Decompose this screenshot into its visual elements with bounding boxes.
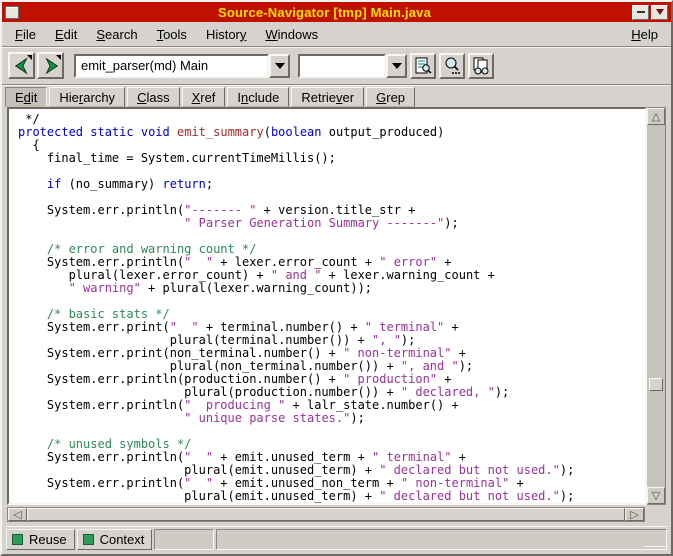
scrollbar-corner xyxy=(645,507,666,522)
menubar: File Edit Search Tools History Windows Help xyxy=(2,22,671,47)
left-arrow-icon: ◁ xyxy=(13,508,21,521)
search-combobox-dropdown[interactable] xyxy=(386,54,407,78)
window-menu-icon[interactable] xyxy=(5,6,19,19)
reuse-toggle[interactable]: Reuse xyxy=(6,529,75,550)
reuse-label: Reuse xyxy=(29,532,67,547)
down-arrow-icon: ▽ xyxy=(652,489,660,502)
code-line: " warning" + plural(lexer.warning_count)… xyxy=(18,282,645,295)
hscroll-row: ◁ ▷ xyxy=(7,507,666,522)
dropdown-arrow-icon xyxy=(275,63,285,69)
forward-button[interactable] xyxy=(37,52,64,79)
scroll-down-button[interactable]: ▽ xyxy=(647,487,665,504)
code-line: if (no_summary) return; xyxy=(18,178,645,191)
scroll-up-button[interactable]: △ xyxy=(647,108,665,125)
search-button[interactable] xyxy=(439,53,465,79)
tab-xref[interactable]: Xref xyxy=(182,87,226,107)
dropdown-arrow-icon xyxy=(392,63,402,69)
editor-row: */protected static void emit_summary(boo… xyxy=(7,107,666,505)
symbol-browser-button[interactable] xyxy=(410,53,436,79)
horizontal-scrollbar-thumb[interactable] xyxy=(27,508,625,521)
symbol-combobox: emit_parser(md) Main xyxy=(74,54,290,78)
back-history-dropdown-icon xyxy=(27,55,32,60)
scroll-right-button[interactable]: ▷ xyxy=(625,508,644,521)
minimize-button[interactable] xyxy=(632,5,649,20)
search-combobox xyxy=(298,54,407,78)
maximize-icon xyxy=(656,9,664,15)
vertical-scrollbar-thumb[interactable] xyxy=(649,378,663,391)
tab-class[interactable]: Class xyxy=(127,87,180,107)
tab-retriever[interactable]: Retriever xyxy=(291,87,364,107)
menu-tools[interactable]: Tools xyxy=(157,27,187,42)
code-editor[interactable]: */protected static void emit_summary(boo… xyxy=(7,107,647,505)
horizontal-scrollbar[interactable]: ◁ ▷ xyxy=(7,507,645,522)
menu-history[interactable]: History xyxy=(206,27,246,42)
tab-edit[interactable]: Edit xyxy=(5,87,47,107)
menu-search[interactable]: Search xyxy=(96,27,137,42)
grep-icon xyxy=(471,56,491,76)
maximize-button[interactable] xyxy=(651,5,668,20)
tab-grep[interactable]: Grep xyxy=(366,87,415,107)
symbol-combobox-dropdown[interactable] xyxy=(269,54,290,78)
right-arrow-icon: ▷ xyxy=(630,508,638,521)
grep-button[interactable] xyxy=(468,53,494,79)
menu-help[interactable]: Help xyxy=(631,27,658,42)
code-line: " unique parse states."); xyxy=(18,412,645,425)
search-icon xyxy=(442,56,462,76)
toolbar: emit_parser(md) Main xyxy=(2,47,671,85)
search-combobox-entry[interactable] xyxy=(298,54,386,78)
tab-include[interactable]: Include xyxy=(227,87,289,107)
reuse-checkbox-icon xyxy=(12,534,23,545)
forward-history-dropdown-icon xyxy=(56,55,61,60)
context-label: Context xyxy=(100,532,145,547)
up-arrow-icon: △ xyxy=(652,110,660,123)
menu-windows[interactable]: Windows xyxy=(265,27,318,42)
menu-file[interactable]: File xyxy=(15,27,36,42)
vertical-scrollbar-trough[interactable] xyxy=(647,125,665,487)
code-line: " Parser Generation Summary -------"); xyxy=(18,217,645,230)
resize-grip[interactable] xyxy=(644,544,668,552)
file-viewer-icon xyxy=(413,56,433,76)
back-button[interactable] xyxy=(8,52,35,79)
status-panel-message xyxy=(216,529,667,550)
tab-hierarchy[interactable]: Hierarchy xyxy=(49,87,125,107)
view-tabbar: EditHierarchyClassXrefIncludeRetrieverGr… xyxy=(2,85,671,107)
status-panel-left xyxy=(154,529,214,550)
symbol-combobox-entry[interactable]: emit_parser(md) Main xyxy=(74,54,269,78)
context-checkbox-icon xyxy=(83,534,94,545)
window-title: Source-Navigator [tmp] Main.java xyxy=(19,5,630,20)
titlebar[interactable]: Source-Navigator [tmp] Main.java xyxy=(2,2,671,22)
minimize-icon xyxy=(637,11,645,13)
scroll-left-button[interactable]: ◁ xyxy=(8,508,27,521)
code-line: plural(emit.unused_term) + " declared bu… xyxy=(18,490,645,503)
code-line: final_time = System.currentTimeMillis(); xyxy=(18,152,645,165)
menu-edit[interactable]: Edit xyxy=(55,27,77,42)
context-toggle[interactable]: Context xyxy=(77,529,153,550)
code-line: protected static void emit_summary(boole… xyxy=(18,126,645,139)
source-navigator-window: Source-Navigator [tmp] Main.java File Edi… xyxy=(0,0,673,556)
vertical-scrollbar[interactable]: △ ▽ xyxy=(647,107,666,505)
statusbar: Reuse Context xyxy=(6,526,667,549)
